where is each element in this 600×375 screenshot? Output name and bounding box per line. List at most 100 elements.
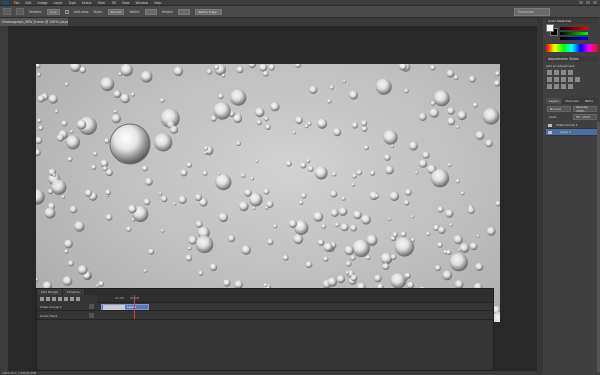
green-slider[interactable] (560, 32, 588, 35)
audio-options-icon[interactable] (89, 313, 94, 318)
feather-input[interactable]: 0 px (47, 8, 60, 15)
feather-label: Feather: (29, 9, 43, 14)
right-panel-dock: Color Swatches Adjustments Styles Add an… (537, 18, 600, 375)
window-controls (579, 1, 597, 4)
tab-adjustments[interactable]: Adjustments (548, 57, 568, 61)
brightness-icon[interactable] (547, 70, 552, 75)
posterize-icon[interactable] (554, 84, 559, 89)
adjustments-panel-tabs: Adjustments Styles (546, 56, 598, 62)
play-icon[interactable] (52, 297, 56, 301)
width-label: Width: (129, 9, 140, 14)
ruler-tick: 01:00f (115, 296, 125, 300)
adjustment-icons-row (547, 84, 573, 89)
threshold-icon[interactable] (561, 84, 566, 89)
antialias-label: Anti-alias (73, 9, 89, 14)
menu-type[interactable]: Type (68, 1, 75, 5)
gradient-map-icon[interactable] (568, 84, 573, 89)
minimize-icon[interactable] (579, 1, 583, 4)
menu-window[interactable]: Window (136, 1, 149, 5)
adjustments-subtitle: Add an adjustment (546, 64, 575, 68)
width-input[interactable] (144, 8, 157, 15)
adjustment-icons-row (547, 77, 580, 82)
timeline-panel: Mini Bridge Timeline 01:00f 02:00f Video… (36, 288, 494, 371)
prev-frame-icon[interactable] (46, 297, 50, 301)
maximize-icon[interactable] (586, 1, 590, 4)
menu-view[interactable]: View (122, 1, 130, 5)
tab-swatches[interactable]: Swatches (557, 19, 571, 23)
split-icon[interactable] (76, 297, 80, 301)
invert-icon[interactable] (547, 84, 552, 89)
workspace-select[interactable]: Essentials (514, 8, 550, 16)
playhead[interactable] (134, 295, 135, 319)
lock-label: Lock: (549, 115, 557, 119)
menu-filter[interactable]: Filter (98, 1, 106, 5)
photoshop-logo-icon (3, 0, 8, 5)
document-tab-bar: Cinemagraph_MOV_8.mov @ 100% (Layer 1, R… (0, 18, 537, 26)
levels-icon[interactable] (554, 70, 559, 75)
hue-saturation-icon[interactable] (554, 77, 559, 82)
first-frame-icon[interactable] (40, 297, 44, 301)
opacity-field[interactable]: Opacity: 100% (573, 105, 597, 113)
antialias-checkbox[interactable] (64, 9, 69, 14)
collapsed-panel-strip (537, 18, 543, 375)
tab-layers[interactable]: Layers (546, 98, 562, 104)
black-white-icon[interactable] (568, 77, 573, 82)
audio-icon[interactable] (64, 297, 68, 301)
red-slider[interactable] (560, 27, 588, 30)
exposure-icon[interactable] (568, 70, 573, 75)
water-droplets-image (36, 64, 500, 322)
tab-channels[interactable]: Channels (562, 98, 582, 104)
clip-thumbnail (103, 305, 125, 310)
tab-styles[interactable]: Styles (569, 57, 579, 61)
track-name: Video Group 1 (40, 305, 62, 309)
menu-file[interactable]: File (14, 1, 19, 5)
document-canvas[interactable] (36, 64, 500, 322)
curves-icon[interactable] (561, 70, 566, 75)
height-input[interactable] (178, 8, 191, 15)
toolbox (0, 26, 8, 371)
blend-mode-select[interactable]: Normal (547, 106, 571, 112)
photo-filter-icon[interactable] (575, 77, 580, 82)
blue-slider[interactable] (560, 37, 588, 40)
selection-mode-icon[interactable] (16, 8, 24, 15)
next-frame-icon[interactable] (58, 297, 62, 301)
height-label: Height: (161, 9, 174, 14)
video-clip[interactable]: Layer 1 (101, 304, 149, 310)
vibrance-icon[interactable] (547, 77, 552, 82)
timeline-track-video: Video Group 1 Layer 1 (37, 303, 493, 311)
layers-panel-tabs: Layers Channels Paths (546, 98, 598, 104)
adjustment-icons-row (547, 70, 573, 75)
foreground-color-swatch[interactable] (546, 24, 554, 32)
refine-edge-button[interactable]: Refine Edge... (195, 8, 223, 15)
style-label: Style: (93, 9, 103, 14)
close-icon[interactable] (593, 1, 597, 4)
timeline-ruler[interactable]: 01:00f 02:00f (97, 295, 493, 303)
color-balance-icon[interactable] (561, 77, 566, 82)
color-swatches[interactable] (546, 24, 558, 36)
settings-icon[interactable] (70, 297, 74, 301)
layer-row-selected[interactable]: Layer 1 (546, 129, 598, 136)
marquee-tool-icon[interactable] (3, 8, 11, 15)
color-spectrum[interactable] (546, 44, 598, 52)
track-options-icon[interactable] (89, 304, 94, 309)
playback-controls (37, 295, 97, 303)
track-name: Audio Track (40, 314, 58, 318)
visibility-eye-icon[interactable] (548, 124, 552, 127)
document-tab[interactable]: Cinemagraph_MOV_8.mov @ 100% (Layer 1, R… (0, 18, 68, 26)
tab-color[interactable]: Color (548, 19, 556, 23)
menu-edit[interactable]: Edit (25, 1, 31, 5)
visibility-eye-icon[interactable] (548, 131, 552, 134)
menu-layer[interactable]: Layer (54, 1, 63, 5)
layer-row-group[interactable]: Video Group 1 (546, 122, 598, 129)
menu-image[interactable]: Image (38, 1, 48, 5)
timeline-track-audio: Audio Track (37, 312, 493, 320)
tab-paths[interactable]: Paths (582, 98, 596, 104)
fill-field[interactable]: Fill: 100% (573, 114, 597, 120)
options-bar: Feather: 0 px Anti-alias Style: Normal W… (0, 6, 600, 18)
menu-help[interactable]: Help (154, 1, 161, 5)
status-bar: 100% Doc: 1.45M/4.36M (0, 371, 537, 375)
style-select[interactable]: Normal (107, 8, 125, 15)
menu-3d[interactable]: 3D (111, 1, 115, 5)
clip-label: Layer 1 (127, 306, 137, 309)
menu-select[interactable]: Select (82, 1, 92, 5)
